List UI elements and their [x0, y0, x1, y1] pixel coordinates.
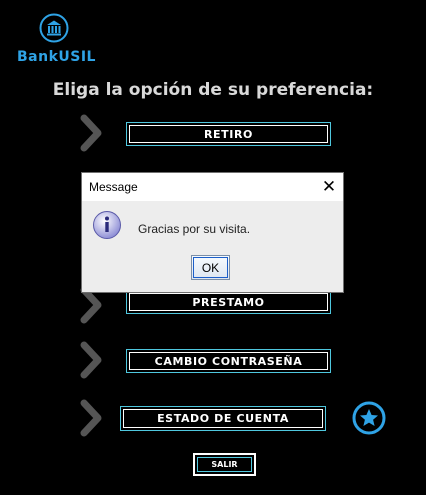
estado-de-cuenta-button[interactable]: ESTADO DE CUENTA	[120, 406, 326, 431]
dialog-message: Gracias por su visita.	[138, 222, 251, 236]
brand-name: BankUSIL	[17, 49, 96, 65]
cambio-contrasena-button[interactable]: CAMBIO CONTRASEÑA	[126, 349, 331, 373]
bank-building-icon	[39, 13, 69, 43]
star-icon[interactable]	[352, 401, 386, 435]
dialog-title: Message	[89, 180, 138, 194]
chevron-right-icon	[80, 341, 102, 379]
page-title: Eliga la opción de su preferencia:	[52, 80, 374, 100]
retiro-button[interactable]: RETIRO	[126, 122, 331, 146]
chevron-right-icon	[80, 114, 102, 152]
salir-button[interactable]: SALIR	[193, 453, 256, 476]
info-icon	[93, 211, 121, 239]
prestamo-button[interactable]: PRESTAMO	[126, 290, 331, 314]
chevron-right-icon	[80, 399, 102, 437]
ok-button[interactable]: OK	[191, 255, 230, 280]
message-dialog: Message ✕ Gracias por su visita. OK	[81, 172, 344, 293]
close-button[interactable]: ✕	[318, 176, 340, 198]
